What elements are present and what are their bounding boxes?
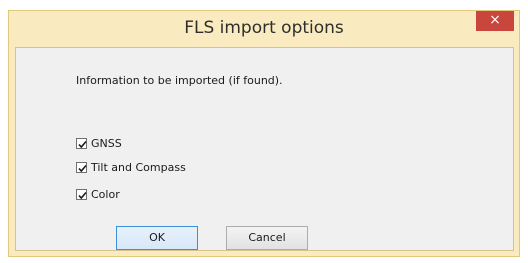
checkbox-gnss[interactable]: GNSS xyxy=(76,135,122,151)
title-bar[interactable]: FLS import options × xyxy=(9,11,519,47)
checkbox-tilt-compass[interactable]: Tilt and Compass xyxy=(76,159,186,175)
ok-button[interactable]: OK xyxy=(116,226,198,250)
dialog-title: FLS import options xyxy=(184,18,344,38)
cancel-button[interactable]: Cancel xyxy=(226,226,308,250)
dialog-window: FLS import options × Information to be i… xyxy=(8,10,520,257)
checkbox-color-label: Color xyxy=(91,187,120,201)
checkbox-color-box[interactable] xyxy=(76,188,87,200)
checkbox-gnss-label: GNSS xyxy=(91,136,122,150)
dialog-body: Information to be imported (if found). G… xyxy=(15,47,514,251)
checkbox-color[interactable]: Color xyxy=(76,186,120,202)
info-text: Information to be imported (if found). xyxy=(76,74,283,87)
checkmark-icon xyxy=(78,164,87,172)
close-icon: × xyxy=(489,12,501,28)
close-button[interactable]: × xyxy=(476,11,514,31)
checkbox-gnss-box[interactable] xyxy=(76,137,87,149)
checkbox-tilt-compass-box[interactable] xyxy=(76,161,87,173)
checkmark-icon xyxy=(78,191,87,199)
checkmark-icon xyxy=(78,140,87,148)
checkbox-tilt-compass-label: Tilt and Compass xyxy=(91,160,186,174)
